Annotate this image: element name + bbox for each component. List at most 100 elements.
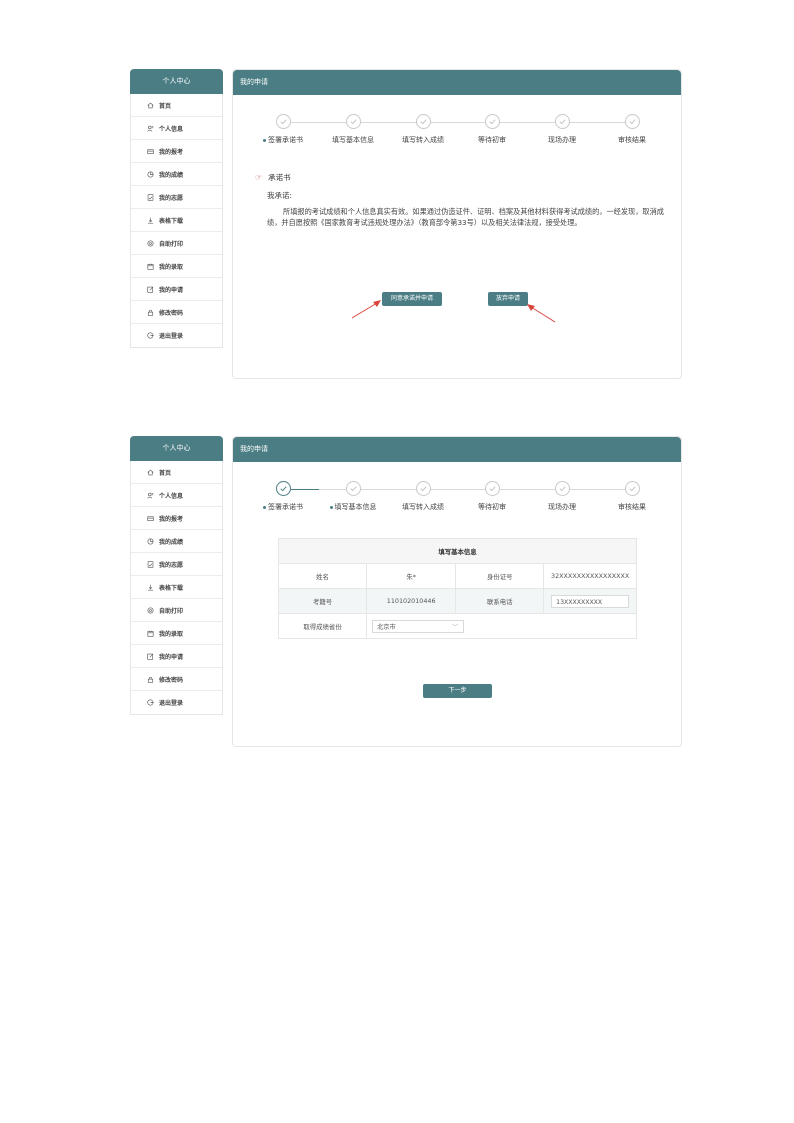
sidebar-item[interactable]: 我的录取 xyxy=(131,255,222,278)
sidebar-item-label: 我的录取 xyxy=(159,630,184,638)
step-label: 审核结果 xyxy=(597,135,667,145)
sidebar-item-label: 退出登录 xyxy=(159,700,184,707)
sidebar-item[interactable]: 我的申请 xyxy=(131,278,222,301)
name-value: 朱* xyxy=(366,563,457,589)
current-step-dot xyxy=(329,505,333,509)
sidebar-item-label: 退出登录 xyxy=(159,333,184,340)
sidebar-item[interactable]: 自助打印 xyxy=(131,232,222,255)
step-item: 审核结果 xyxy=(597,114,667,145)
sidebar-title: 个人中心 xyxy=(130,436,223,461)
sidebar-item[interactable]: 我的报考 xyxy=(131,140,222,163)
check-circle-icon xyxy=(345,114,361,129)
printer-icon xyxy=(147,240,154,247)
main-panel: 我的申请 签署承诺书 填写基本信息 填写转入成绩等待初审 现场办理 审核结果 填写基本信… xyxy=(232,436,682,747)
sidebar-item[interactable]: 自助打印 xyxy=(131,599,222,622)
panel-title: 我的申请 xyxy=(233,70,681,95)
step-item: 等待初审 xyxy=(457,481,527,512)
promise-subtitle: 我承诺: xyxy=(267,191,293,200)
document-icon xyxy=(147,560,154,568)
application-screen-promise: 个人中心 首页 个人信息 我的报考 我的成绩 我的志愿 表格下载 自助打印 我的录取 我的申请修… xyxy=(130,69,682,379)
province-label: 取得成绩省份 xyxy=(277,613,368,639)
step-text: 填写转入成绩 xyxy=(402,136,444,144)
sidebar-item-label: 我的录取 xyxy=(159,263,184,271)
logout-icon xyxy=(147,699,154,706)
sidebar-item[interactable]: 我的申请 xyxy=(131,645,222,668)
step-label: 填写转入成绩 xyxy=(388,135,458,145)
sidebar-item[interactable]: 表格下载 xyxy=(131,576,222,599)
step-label: 现场办理 xyxy=(527,135,597,145)
sidebar-item[interactable]: 首页 xyxy=(131,94,222,117)
user-icon xyxy=(147,125,154,132)
sidebar-item-label: 表格下载 xyxy=(159,217,184,225)
sidebar-item[interactable]: 我的成绩 xyxy=(131,530,222,553)
step-text: 等待初审 xyxy=(478,503,506,511)
step-text: 填写基本信息 xyxy=(332,136,374,144)
agree-and-apply-button[interactable]: 同意承诺并申请 xyxy=(382,292,442,306)
check-circle-icon xyxy=(415,481,431,496)
step-item: 填写转入成绩 xyxy=(388,481,458,512)
promise-text: 所填报的考试成绩和个人信息真实有效。如果通过伪造证件、证明、档案及其他材料获得考… xyxy=(267,207,664,227)
phone-input[interactable]: 13XXXXXXXXX xyxy=(551,594,630,608)
pie-chart-icon xyxy=(147,171,154,178)
step-label: 等待初审 xyxy=(457,502,527,512)
province-select[interactable]: 北京市 ﹀ xyxy=(372,619,465,633)
province-selected-value: 北京市 xyxy=(377,623,396,631)
sidebar-item[interactable]: 修改密码 xyxy=(131,668,222,691)
step-item: 等待初审 xyxy=(457,114,527,145)
sidebar-item-label: 首页 xyxy=(159,102,172,110)
panel-title: 我的申请 xyxy=(233,437,681,462)
progress-steps: 签署承诺书 填写基本信息 填写转入成绩 等待初审 现场办理 审核结果 xyxy=(233,481,681,521)
step-text: 等待初审 xyxy=(478,136,506,144)
step-text: 审核结果 xyxy=(618,503,646,511)
main-panel: 我的申请 签署承诺书 填写基本信息 填写转入成绩 等待初审 现场办理 审核结果 ☞ 承诺书… xyxy=(232,69,682,379)
step-item: 现场办理 xyxy=(527,114,597,145)
basic-info-form: 填写基本信息 姓名 朱* 身份证号 32XXXXXXXXXXXXXXXX 考籍号… xyxy=(277,538,637,639)
sidebar-item[interactable]: 个人信息 xyxy=(131,484,222,507)
step-label: 签署承诺书 xyxy=(248,502,318,512)
step-label: 审核结果 xyxy=(597,502,667,512)
step-label: 等待初审 xyxy=(457,135,527,145)
sidebar-item[interactable]: 个人信息 xyxy=(131,117,222,140)
abandon-application-button[interactable]: 放弃申请 xyxy=(488,292,528,306)
step-label: 填写基本信息 xyxy=(318,502,388,512)
home-icon xyxy=(147,102,154,109)
sidebar-item-label: 个人信息 xyxy=(159,125,184,133)
sidebar-item[interactable]: 表格下载 xyxy=(131,209,222,232)
sidebar-item-label: 我的志愿 xyxy=(159,194,184,202)
edit-icon xyxy=(147,286,154,293)
download-icon xyxy=(147,584,154,591)
sidebar-title: 个人中心 xyxy=(130,69,223,94)
check-circle-icon xyxy=(275,114,291,129)
step-item: 填写基本信息 xyxy=(318,481,388,512)
document-icon xyxy=(147,193,154,201)
sidebar-item[interactable]: 我的志愿 xyxy=(131,553,222,576)
province-cell: 北京市 ﹀ xyxy=(366,613,637,639)
calendar-icon xyxy=(147,263,154,270)
sidebar-item[interactable]: 我的录取 xyxy=(131,622,222,645)
step-text: 现场办理 xyxy=(548,503,576,511)
sidebar-item-label: 我的报考 xyxy=(159,515,184,523)
sidebar-item[interactable]: 修改密码 xyxy=(131,301,222,324)
user-icon xyxy=(147,492,154,499)
step-item: 签署承诺书 xyxy=(248,481,318,512)
step-item: 填写转入成绩 xyxy=(388,114,458,145)
sidebar-item[interactable]: 我的志愿 xyxy=(131,186,222,209)
step-item: 审核结果 xyxy=(597,481,667,512)
sidebar-item[interactable]: 我的成绩 xyxy=(131,163,222,186)
id-number-label: 身份证号 xyxy=(455,563,545,589)
sidebar-item[interactable]: 我的报考 xyxy=(131,507,222,530)
step-text: 签署承诺书 xyxy=(268,503,303,511)
sidebar-item[interactable]: 退出登录 xyxy=(131,691,222,714)
check-circle-icon xyxy=(554,114,570,129)
sidebar-item[interactable]: 首页 xyxy=(131,461,222,484)
step-item: 填写基本信息 xyxy=(318,114,388,145)
check-circle-icon xyxy=(415,114,431,129)
check-circle-icon xyxy=(484,114,500,129)
calendar-icon xyxy=(147,630,154,637)
sidebar-item[interactable]: 退出登录 xyxy=(131,324,222,347)
card-icon xyxy=(147,148,154,155)
check-circle-icon xyxy=(624,481,640,496)
logout-icon xyxy=(147,332,154,339)
sidebar-item-label: 我的成绩 xyxy=(159,171,184,179)
next-step-button[interactable]: 下一步 xyxy=(423,684,492,698)
